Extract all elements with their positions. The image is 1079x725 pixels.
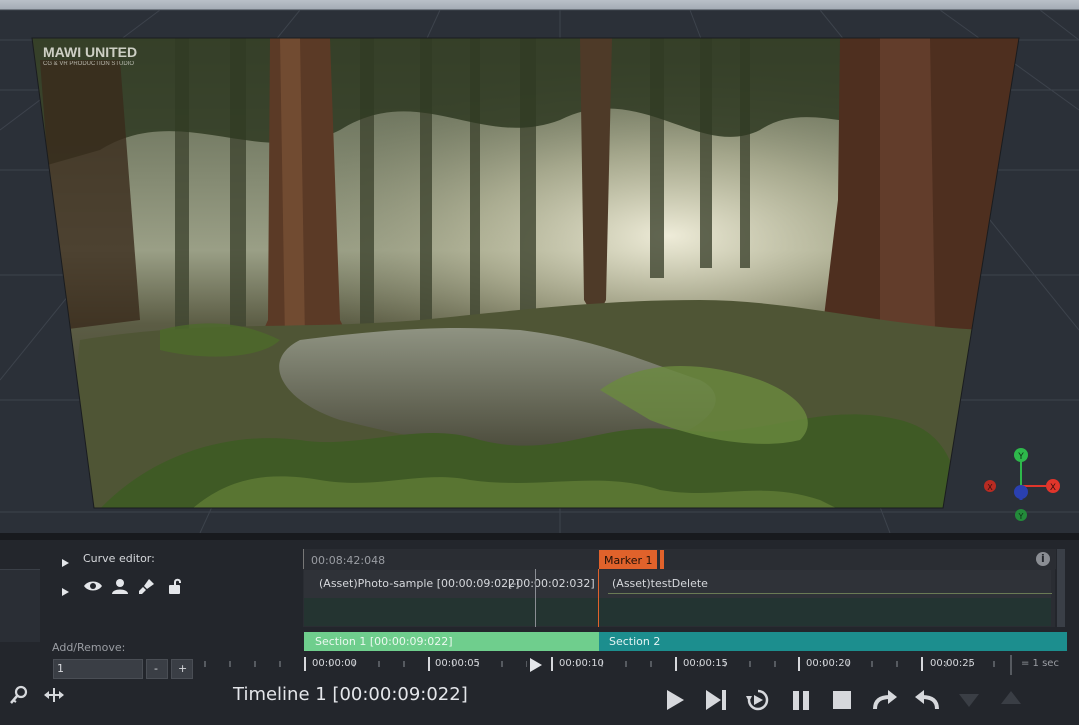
section-2[interactable]: Section 2 bbox=[599, 632, 1067, 651]
ruler-label-5: 00:00:05 bbox=[435, 658, 480, 669]
gizmo-z-axis[interactable] bbox=[1014, 485, 1028, 499]
timeline-header[interactable] bbox=[303, 549, 1056, 569]
redo-icon[interactable] bbox=[872, 688, 898, 716]
time-ruler[interactable]: 00:00:00 00:00:05 00:00:10 00:00:15 00:0… bbox=[200, 655, 1070, 675]
gizmo-y-neg-label: Y bbox=[1018, 512, 1024, 521]
section-1[interactable]: Section 1 [00:00:09:022] bbox=[304, 632, 599, 651]
brush-icon[interactable] bbox=[138, 577, 156, 599]
ruler-label-20: 00:00:20 bbox=[806, 658, 851, 669]
pause-icon[interactable] bbox=[790, 688, 812, 716]
marker-line bbox=[598, 569, 599, 627]
clip-test-delete-keys[interactable] bbox=[599, 598, 1051, 626]
down-arrow-icon[interactable] bbox=[957, 691, 981, 713]
timecode-display: 00:08:42:048 bbox=[311, 554, 386, 567]
timeline-panel: Curve editor: 00:08:42:048 Marker 1 i (A… bbox=[0, 533, 1079, 725]
count-input[interactable]: 1 bbox=[53, 659, 143, 679]
curve-editor-label: Curve editor: bbox=[83, 552, 155, 565]
clip-photo-sample[interactable]: (Asset)Photo-sample [00:00:09:022] [-00:… bbox=[304, 570, 599, 598]
user-icon[interactable] bbox=[111, 577, 129, 599]
step-forward-icon[interactable] bbox=[704, 688, 728, 716]
track-expand[interactable] bbox=[60, 582, 70, 601]
viewport-scene: MAWI UNITED CG & VR PRODUCTION STUDIO Y … bbox=[0, 0, 1079, 533]
ruler-playhead-icon[interactable] bbox=[527, 656, 545, 678]
gizmo-x-label: X bbox=[1050, 483, 1056, 493]
undo-icon[interactable] bbox=[914, 688, 940, 716]
info-icon[interactable]: i bbox=[1036, 552, 1050, 566]
clip-curve-line bbox=[608, 593, 1052, 594]
clip-test-delete-label: (Asset)testDelete bbox=[612, 577, 708, 590]
section-1-label: Section 1 [00:00:09:022] bbox=[315, 635, 453, 648]
expand-horizontal-icon[interactable] bbox=[43, 686, 65, 708]
ruler-label-10: 00:00:10 bbox=[559, 658, 604, 669]
gizmo-y-label: Y bbox=[1017, 452, 1024, 462]
marker-edge-handle[interactable] bbox=[660, 550, 664, 569]
clip-photo-sample-keys[interactable] bbox=[304, 598, 598, 626]
watermark-text: MAWI UNITED bbox=[43, 44, 137, 60]
ruler-label-0: 00:00:00 bbox=[312, 658, 357, 669]
watermark-subtext: CG & VR PRODUCTION STUDIO bbox=[43, 61, 134, 67]
clip-photo-sample-offset: [-00:00:02:032] bbox=[508, 577, 595, 590]
loop-icon[interactable] bbox=[745, 688, 771, 716]
visibility-eye-icon[interactable] bbox=[83, 578, 103, 598]
marker-1[interactable]: Marker 1 bbox=[599, 550, 657, 569]
timeline-title: Timeline 1 [00:00:09:022] bbox=[233, 684, 468, 705]
curve-editor-expand[interactable] bbox=[60, 553, 70, 572]
photo-plane bbox=[32, 38, 1019, 508]
stop-icon[interactable] bbox=[831, 689, 853, 715]
marker-label: Marker 1 bbox=[604, 554, 653, 567]
gizmo-x-neg-label: X bbox=[987, 483, 993, 492]
minus-button[interactable]: - bbox=[146, 659, 168, 679]
plus-button[interactable]: + bbox=[171, 659, 193, 679]
track-list-left[interactable] bbox=[0, 569, 40, 642]
ruler-label-15: 00:00:15 bbox=[683, 658, 728, 669]
up-arrow-icon[interactable] bbox=[999, 689, 1023, 711]
3d-viewport[interactable]: MAWI UNITED CG & VR PRODUCTION STUDIO Y … bbox=[0, 0, 1079, 533]
vertical-scrollbar[interactable] bbox=[1057, 549, 1065, 627]
key-icon[interactable] bbox=[9, 685, 29, 709]
play-icon[interactable] bbox=[663, 688, 687, 716]
panel-divider[interactable] bbox=[0, 533, 1079, 540]
clip-photo-sample-label: (Asset)Photo-sample [00:00:09:022] bbox=[319, 577, 520, 590]
ruler-label-25: 00:00:25 bbox=[930, 658, 975, 669]
unlock-icon[interactable] bbox=[166, 577, 184, 599]
add-remove-label: Add/Remove: bbox=[52, 641, 126, 654]
ruler-scale-label: = 1 sec bbox=[1021, 658, 1059, 669]
section-2-label: Section 2 bbox=[609, 635, 661, 648]
playhead-line bbox=[535, 569, 536, 627]
